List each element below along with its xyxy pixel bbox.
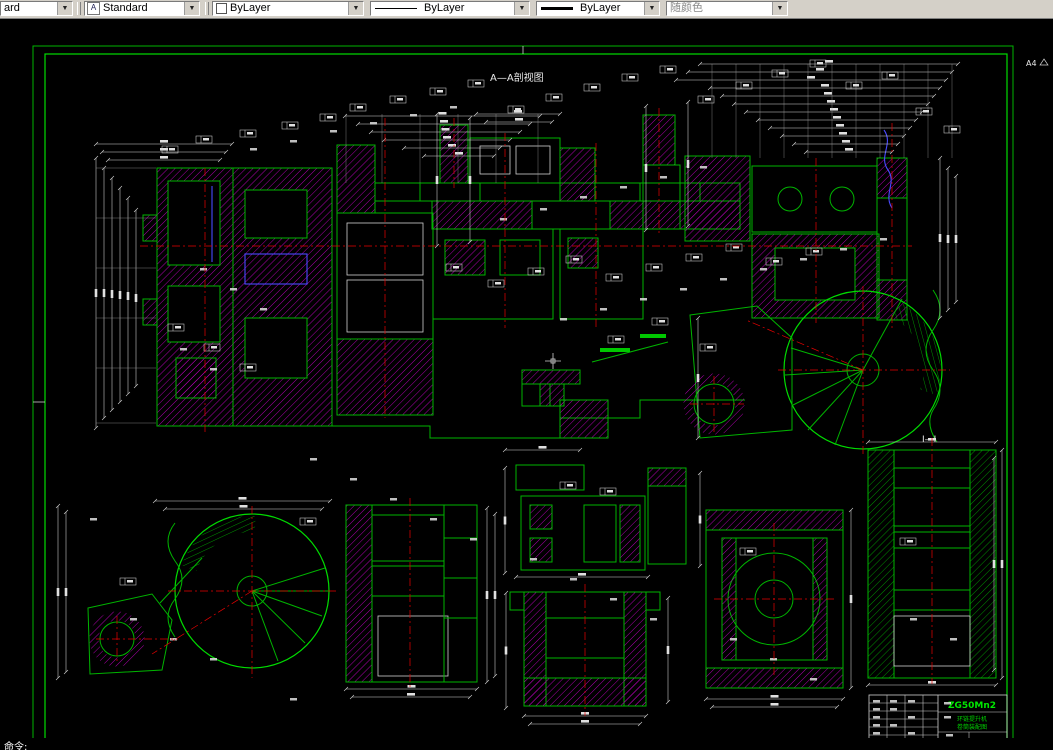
crosshair-cursor [545,353,561,369]
command-line[interactable]: 命令: [0,738,1053,750]
toolbar-separator [77,2,81,15]
plotstyle-value: 随颜色 [670,2,703,14]
material-label: ZG50Mn2 [948,701,996,711]
drawing-canvas[interactable]: A4 A—A剖视图 ZG50Mn2 环链提升机 卷筒装配图 [0,18,1053,750]
lineweight-value: ByLayer [580,2,621,14]
sheet-size-label: A4 [1026,59,1037,68]
command-prompt: 命令: [4,742,28,750]
bottom-section-view[interactable] [345,504,478,683]
chevron-down-icon[interactable]: ▼ [348,2,363,15]
sheet-size-marker: A4 [1026,58,1049,68]
lineweight-sample-icon [541,7,573,10]
chevron-down-icon[interactable]: ▼ [644,2,659,15]
drawing-svg[interactable]: A4 A—A剖视图 ZG50Mn2 环链提升机 卷筒装配图 [0,18,1053,750]
color-value: ByLayer [230,2,271,14]
toolbar-style-combo[interactable]: ard ▼ [0,1,73,16]
text-style-value: Standard [103,2,148,14]
linetype-combo[interactable]: ByLayer ▼ [370,1,530,16]
text-style-icon: A [87,2,100,15]
toolbar-style-value: ard [4,2,20,14]
text-style-combo[interactable]: A Standard ▼ [84,1,200,16]
part-name-line1: 环链提升机 [957,715,987,723]
linetype-value: ByLayer [424,2,465,14]
chevron-down-icon[interactable]: ▼ [184,2,199,15]
properties-toolbar: ard ▼ A Standard ▼ ByLayer ▼ ByLayer ▼ B… [0,0,1053,19]
toolbar-separator [205,2,209,15]
chevron-down-icon[interactable]: ▼ [514,2,529,15]
chevron-down-icon[interactable]: ▼ [57,2,72,15]
linetype-sample-icon [375,8,417,9]
chevron-down-icon: ▼ [772,2,787,15]
center-detail-cluster[interactable] [515,464,687,571]
color-swatch-icon [216,3,227,14]
part-name-line2: 卷筒装配图 [957,723,987,731]
plotstyle-combo[interactable]: 随颜色 ▼ [666,1,788,16]
lineweight-combo[interactable]: ByLayer ▼ [536,1,660,16]
color-combo[interactable]: ByLayer ▼ [212,1,364,16]
view-title: A—A剖视图 [490,71,544,84]
